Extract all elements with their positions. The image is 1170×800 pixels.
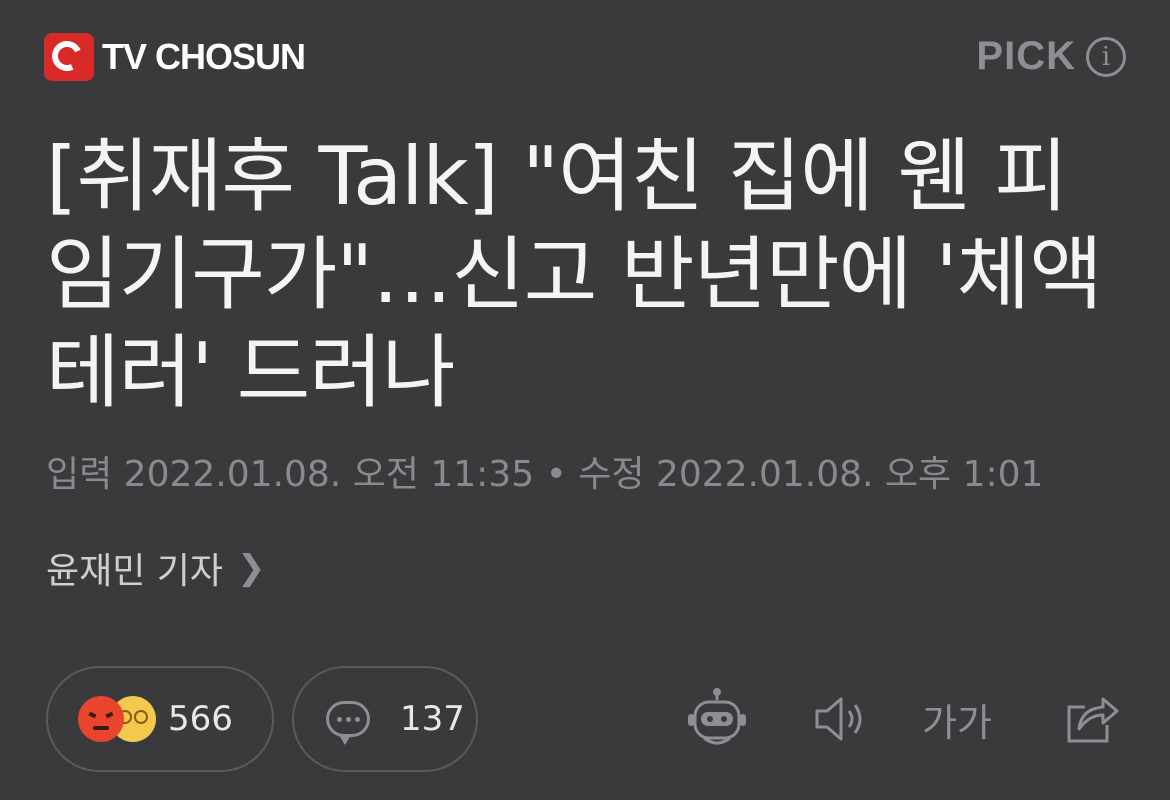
pick-label: PICK [976,34,1076,78]
font-size-button[interactable]: 가가 [922,684,992,754]
article-title: [취재후 Talk] "여친 집에 웬 피임기구가"…신고 반년만에 '체액테러… [46,130,1103,419]
reaction-button[interactable]: 566 [46,666,274,772]
pick-badge[interactable]: PICK i [976,34,1126,79]
angry-emoji-icon [78,696,124,742]
reporter-link[interactable]: 윤재민 기자 ❯ [46,542,266,594]
reaction-count: 566 [168,699,233,739]
share-button[interactable] [1056,684,1126,754]
comment-button[interactable]: 137 [292,666,478,772]
chevron-right-icon: ❯ [237,548,266,588]
robot-summary-button[interactable] [682,684,752,754]
reporter-name: 윤재민 기자 [46,551,224,592]
tv-chosun-logo[interactable]: TV CHOSUN [44,33,306,81]
comment-icon [326,701,370,745]
brand-name: TV CHOSUN [102,36,306,77]
robot-summary-icon [688,688,746,745]
tv-chosun-logo-icon [44,33,94,81]
info-icon[interactable]: i [1086,36,1126,77]
speaker-button[interactable] [806,684,876,754]
share-icon [1067,697,1119,743]
header: TV CHOSUN PICK i [0,0,1170,110]
article-meta: 입력 2022.01.08. 오전 11:35 • 수정 2022.01.08.… [46,454,1044,495]
speaker-icon [815,697,862,741]
comment-count: 137 [400,699,465,739]
font-size-icon: 가가 [922,700,992,745]
